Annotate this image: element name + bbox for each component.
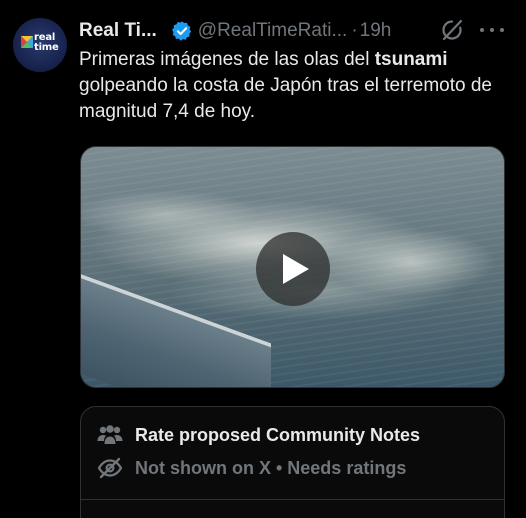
play-button[interactable] xyxy=(256,232,330,306)
tweet-text-part2: golpeando la costa de Japón tras el terr… xyxy=(79,75,492,122)
tweet-text-part1: Primeras imágenes de las olas del xyxy=(79,49,375,70)
people-icon xyxy=(97,425,123,444)
community-notes-status-row: Not shown on X • Needs ratings xyxy=(97,457,406,479)
tweet-text: Primeras imágenes de las olas del tsunam… xyxy=(79,47,509,125)
community-notes-title-row[interactable]: Rate proposed Community Notes xyxy=(97,424,420,446)
community-notes-card[interactable]: Rate proposed Community Notes Not shown … xyxy=(80,406,505,518)
more-icon[interactable] xyxy=(480,20,504,40)
play-icon xyxy=(283,254,309,284)
realtime-logo-icon xyxy=(21,36,33,48)
avatar-logo: real time xyxy=(18,30,62,60)
community-notes-title: Rate proposed Community Notes xyxy=(135,424,421,445)
tweet-header: Real Ti... @RealTimeRati... · 19h xyxy=(79,16,391,46)
avatar[interactable]: real time xyxy=(13,18,67,72)
video-player[interactable] xyxy=(80,146,505,388)
display-name[interactable]: Real Ti... xyxy=(79,20,157,42)
eye-off-icon xyxy=(97,457,123,479)
avatar-text-line2: time xyxy=(34,42,59,53)
separator-dot: · xyxy=(351,20,358,41)
tweet-text-bold: tsunami xyxy=(374,49,448,70)
timestamp[interactable]: 19h xyxy=(360,20,392,42)
verified-badge-icon[interactable] xyxy=(171,20,193,42)
grok-icon[interactable] xyxy=(440,18,464,42)
community-notes-divider xyxy=(81,499,504,500)
community-notes-status: Not shown on X • Needs ratings xyxy=(135,457,407,478)
handle[interactable]: @RealTimeRati... xyxy=(198,20,348,42)
